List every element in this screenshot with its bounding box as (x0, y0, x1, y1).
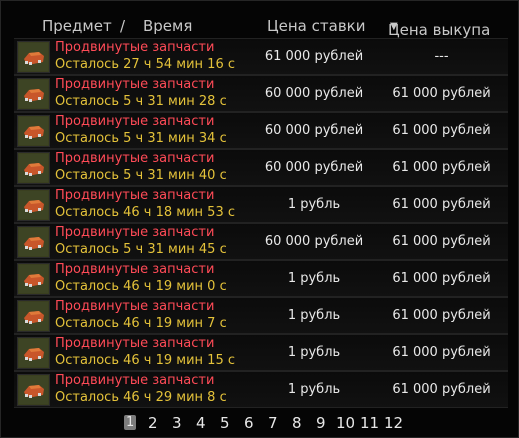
time-left: Осталось 27 ч 54 мин 16 с (55, 57, 235, 72)
time-left: Осталось 46 ч 19 мин 7 с (55, 316, 227, 331)
column-buyout-label: Цена выкупа (388, 21, 491, 39)
page-4[interactable]: 4 (196, 414, 206, 432)
table-header: Предмет / Время Цена ставки Цена выкупа ▼ (1, 13, 519, 39)
lot-list: Продвинутые запчасти Осталось 27 ч 54 мин… (14, 38, 508, 408)
spare-parts-icon (17, 226, 50, 258)
column-bid[interactable]: Цена ставки (267, 17, 365, 35)
spare-parts-icon (17, 115, 50, 147)
page-3[interactable]: 3 (172, 414, 182, 432)
page-7[interactable]: 7 (268, 414, 278, 432)
lot-row[interactable]: Продвинутые запчасти Осталось 46 ч 19 мин… (14, 260, 508, 297)
time-left: Осталось 5 ч 31 мин 45 с (55, 242, 227, 257)
lot-row[interactable]: Продвинутые запчасти Осталось 27 ч 54 мин… (14, 38, 508, 75)
lot-row[interactable]: Продвинутые запчасти Осталось 5 ч 31 мин … (14, 75, 508, 112)
page-2[interactable]: 2 (148, 414, 158, 432)
spare-parts-icon (17, 337, 50, 369)
spare-parts-icon (17, 263, 50, 295)
buyout-price: --- (434, 49, 449, 64)
lot-row[interactable]: Продвинутые запчасти Осталось 46 ч 29 мин… (14, 371, 508, 408)
spare-parts-icon (17, 152, 50, 184)
time-left: Осталось 46 ч 19 мин 15 с (55, 353, 235, 368)
buyout-price: 61 000 рублей (392, 123, 491, 138)
page-6[interactable]: 6 (244, 414, 254, 432)
item-name: Продвинутые запчасти (55, 40, 215, 55)
item-name: Продвинутые запчасти (55, 262, 215, 277)
item-name: Продвинутые запчасти (55, 77, 215, 92)
bid-price: 60 000 рублей (264, 86, 364, 101)
column-separator: / (120, 17, 126, 35)
time-left: Осталось 5 ч 31 мин 34 с (55, 131, 227, 146)
page-11[interactable]: 11 (360, 414, 379, 432)
item-name: Продвинутые запчасти (55, 225, 215, 240)
spare-parts-icon (17, 189, 50, 221)
buyout-price: 61 000 рублей (392, 234, 491, 249)
bid-price: 1 рубль (287, 197, 341, 212)
item-name: Продвинутые запчасти (55, 299, 215, 314)
item-name: Продвинутые запчасти (55, 188, 215, 203)
buyout-price: 61 000 рублей (392, 345, 491, 360)
page-8[interactable]: 8 (292, 414, 302, 432)
bid-price: 61 000 рублей (264, 49, 364, 64)
bid-price: 1 рубль (287, 382, 341, 397)
item-name: Продвинутые запчасти (55, 336, 215, 351)
auction-panel: Предмет / Время Цена ставки Цена выкупа ▼… (0, 0, 519, 438)
page-9[interactable]: 9 (316, 414, 326, 432)
spare-parts-icon (17, 374, 50, 406)
page-12[interactable]: 12 (384, 414, 403, 432)
bid-price: 60 000 рублей (264, 160, 364, 175)
buyout-price: 61 000 рублей (392, 382, 491, 397)
time-left: Осталось 5 ч 31 мин 40 с (55, 168, 227, 183)
item-name: Продвинутые запчасти (55, 151, 215, 166)
bid-price: 60 000 рублей (264, 234, 364, 249)
spare-parts-icon (17, 300, 50, 332)
triangle-down-icon: ▼ (390, 21, 398, 32)
time-left: Осталось 46 ч 19 мин 0 с (55, 279, 227, 294)
column-time[interactable]: Время (143, 17, 192, 35)
time-left: Осталось 5 ч 31 мин 28 с (55, 94, 227, 109)
buyout-price: 61 000 рублей (392, 86, 491, 101)
lot-row[interactable]: Продвинутые запчасти Осталось 46 ч 18 мин… (14, 186, 508, 223)
page-5[interactable]: 5 (220, 414, 230, 432)
buyout-price: 61 000 рублей (392, 308, 491, 323)
time-left: Осталось 46 ч 18 мин 53 с (55, 205, 235, 220)
lot-row[interactable]: Продвинутые запчасти Осталось 5 ч 31 мин … (14, 223, 508, 260)
item-name: Продвинутые запчасти (55, 114, 215, 129)
buyout-price: 61 000 рублей (392, 197, 491, 212)
lot-row[interactable]: Продвинутые запчасти Осталось 5 ч 31 мин … (14, 112, 508, 149)
lot-row[interactable]: Продвинутые запчасти Осталось 46 ч 19 мин… (14, 334, 508, 371)
bid-price: 1 рубль (287, 345, 341, 360)
page-1[interactable]: 1 (124, 415, 137, 430)
buyout-price: 61 000 рублей (392, 271, 491, 286)
time-left: Осталось 46 ч 29 мин 8 с (55, 390, 227, 405)
lot-row[interactable]: Продвинутые запчасти Осталось 5 ч 31 мин … (14, 149, 508, 186)
bid-price: 1 рубль (287, 271, 341, 286)
bid-price: 1 рубль (287, 308, 341, 323)
spare-parts-icon (17, 41, 50, 73)
pagination: 1 2 3 4 5 6 7 8 9 10 11 12 (1, 414, 519, 432)
item-name: Продвинутые запчасти (55, 373, 215, 388)
spare-parts-icon (17, 78, 50, 110)
column-item[interactable]: Предмет (42, 17, 112, 35)
bid-price: 60 000 рублей (264, 123, 364, 138)
buyout-price: 61 000 рублей (392, 160, 491, 175)
page-10[interactable]: 10 (336, 414, 355, 432)
lot-row[interactable]: Продвинутые запчасти Осталось 46 ч 19 мин… (14, 297, 508, 334)
